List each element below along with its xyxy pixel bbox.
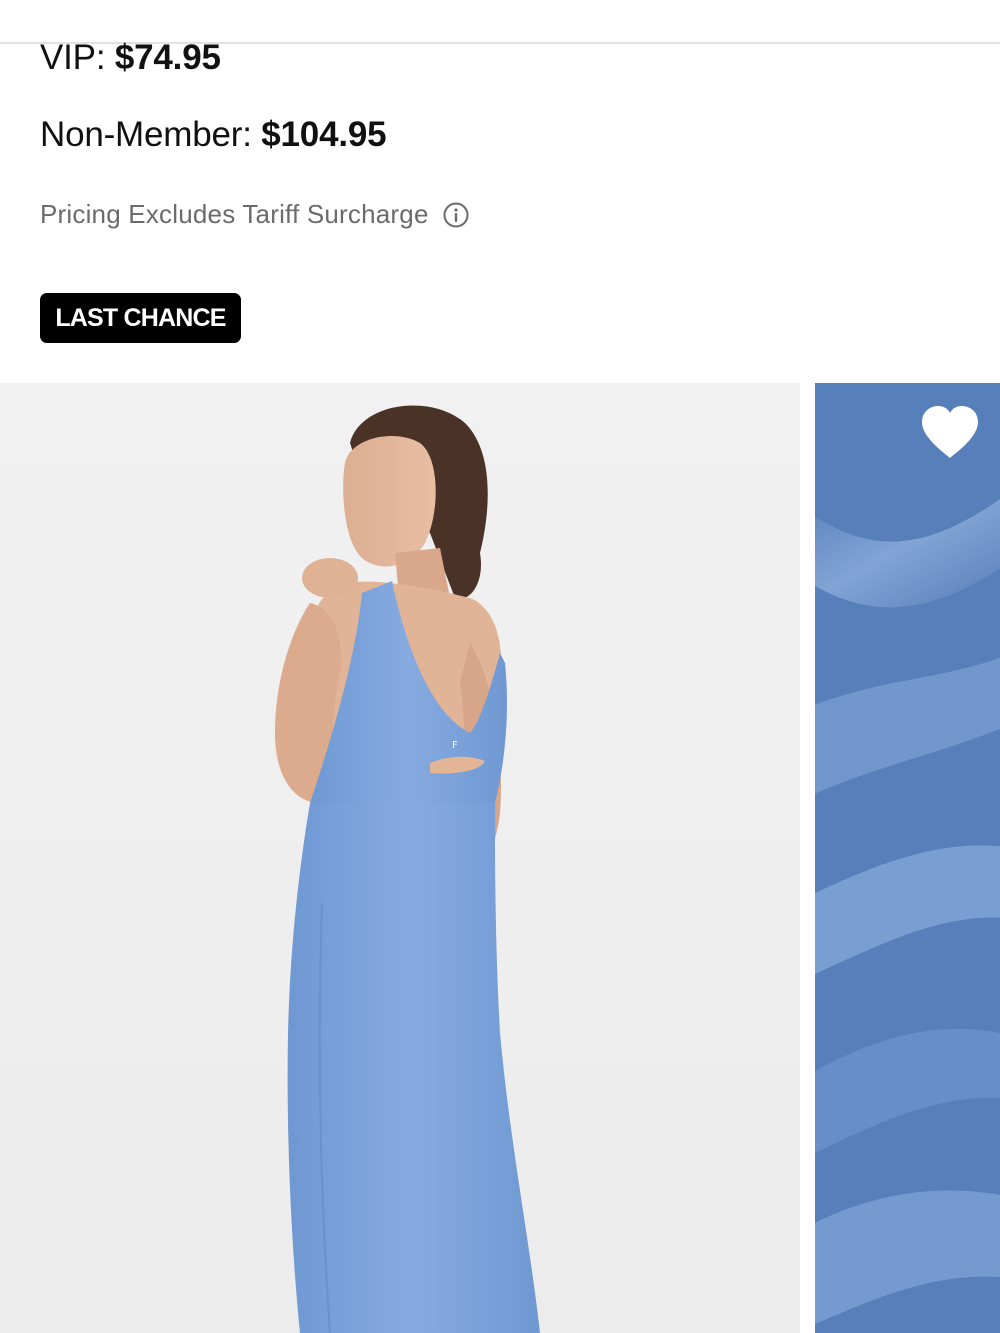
non-member-price-label: Non-Member: xyxy=(40,115,252,154)
tariff-note-text: Pricing Excludes Tariff Surcharge xyxy=(40,199,429,229)
vip-price-value: $74.95 xyxy=(114,38,221,77)
tariff-note: Pricing Excludes Tariff Surcharge xyxy=(40,199,469,230)
product-gallery[interactable]: F xyxy=(0,383,1000,1333)
non-member-price-value: $104.95 xyxy=(261,115,387,154)
non-member-price-row: Non-Member: $104.95 xyxy=(40,115,387,155)
fabric-swatch-photo[interactable] xyxy=(815,383,1000,1333)
last-chance-badge: LAST CHANCE xyxy=(40,293,241,343)
vip-price-label: VIP: xyxy=(40,38,106,77)
vip-price-row: VIP: $74.95 xyxy=(40,38,221,78)
model-face xyxy=(343,435,436,567)
last-chance-badge-label: LAST CHANCE xyxy=(55,303,226,332)
heart-icon[interactable] xyxy=(918,404,982,460)
svg-text:F: F xyxy=(452,740,458,751)
product-photo[interactable]: F xyxy=(0,383,800,1333)
info-icon[interactable] xyxy=(443,202,469,228)
